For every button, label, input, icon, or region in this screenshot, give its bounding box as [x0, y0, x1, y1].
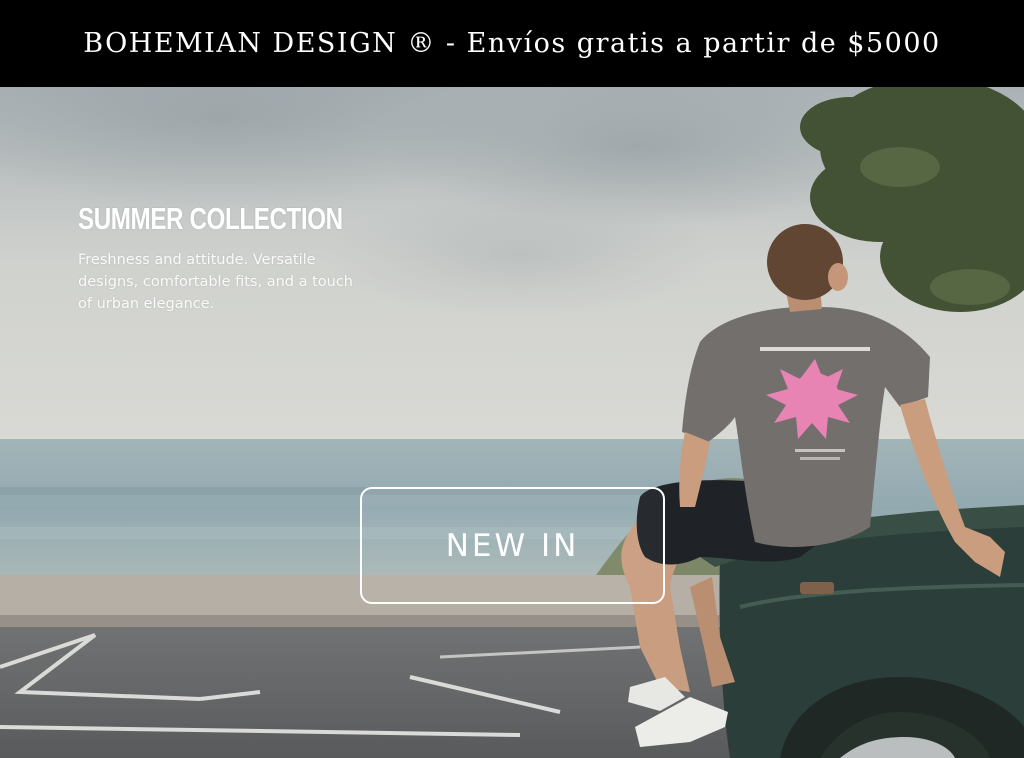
announcement-text: BOHEMIAN DESIGN ® - Envíos gratis a part…	[83, 28, 941, 59]
new-in-button[interactable]: NEW IN	[360, 487, 665, 604]
announcement-bar: BOHEMIAN DESIGN ® - Envíos gratis a part…	[0, 0, 1024, 87]
hero-description: Freshness and attitude. Versatile design…	[78, 252, 353, 312]
hero-title: SUMMER COLLECTION	[78, 201, 343, 236]
hero-background-image	[0, 87, 1024, 758]
new-in-button-label: NEW IN	[445, 527, 580, 564]
hero-copy: SUMMER COLLECTION Freshness and attitude…	[78, 201, 368, 315]
hero-banner: SUMMER COLLECTION Freshness and attitude…	[0, 87, 1024, 758]
